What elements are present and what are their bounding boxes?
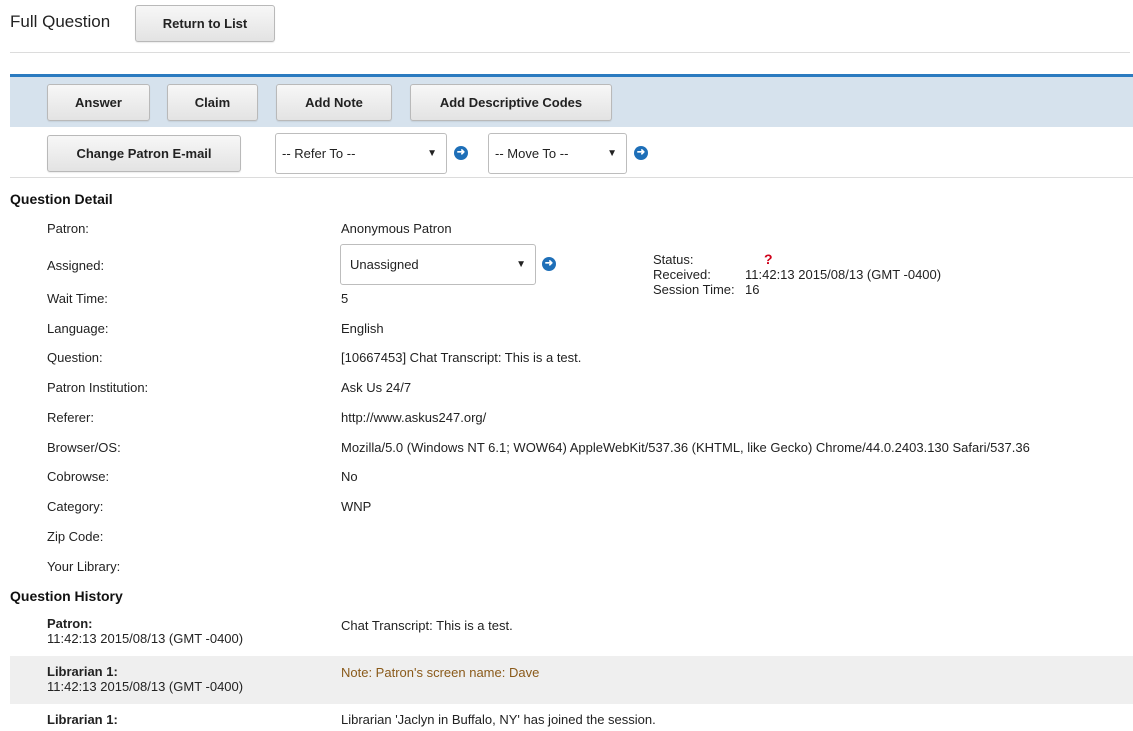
patron-institution-value: Ask Us 24/7 — [341, 380, 412, 395]
refer-to-select[interactable]: -- Refer To -- ▼ — [275, 133, 447, 174]
wait-time-value: 5 — [341, 291, 349, 306]
assigned-select[interactable]: Unassigned ▼ — [340, 244, 536, 285]
add-descriptive-codes-button[interactable]: Add Descriptive Codes — [410, 84, 612, 121]
history-message: Librarian 'Jaclyn in Buffalo, NY' has jo… — [341, 712, 656, 727]
language-value: English — [341, 321, 384, 336]
history-author: Librarian 1: — [47, 712, 118, 727]
history-message: Chat Transcript: This is a test. — [341, 618, 513, 633]
assigned-label: Assigned: — [47, 258, 105, 273]
history-timestamp: 11:42:13 2015/08/13 (GMT -0400) — [47, 631, 244, 646]
cobrowse-value: No — [341, 469, 358, 484]
header-divider — [10, 52, 1130, 53]
add-note-button[interactable]: Add Note — [276, 84, 392, 121]
question-value: [10667453] Chat Transcript: This is a te… — [341, 350, 582, 365]
zip-code-label: Zip Code: — [47, 529, 104, 544]
received-value: 11:42:13 2015/08/13 (GMT -0400) — [745, 267, 942, 282]
language-label: Language: — [47, 321, 109, 336]
referer-label: Referer: — [47, 410, 94, 425]
category-label: Category: — [47, 499, 104, 514]
browser-os-label: Browser/OS: — [47, 440, 121, 455]
chevron-down-icon: ▼ — [427, 148, 437, 159]
received-label: Received: — [653, 267, 711, 282]
status-unknown-icon: ? — [764, 251, 773, 267]
status-label: Status: — [653, 252, 694, 267]
page-title: Full Question — [10, 12, 111, 31]
session-time-value: 16 — [745, 282, 760, 297]
question-detail-heading: Question Detail — [10, 191, 113, 207]
move-to-select[interactable]: -- Move To -- ▼ — [488, 133, 627, 174]
history-timestamp: 11:42:13 2015/08/13 (GMT -0400) — [47, 679, 244, 694]
refer-to-value: -- Refer To -- — [282, 146, 356, 161]
move-go-icon[interactable]: ➜ — [634, 146, 648, 160]
refer-go-icon[interactable]: ➜ — [454, 146, 468, 160]
history-entry: Librarian 1: 11:42:13 2015/08/13 (GMT -0… — [10, 656, 1133, 704]
referer-value: http://www.askus247.org/ — [341, 410, 487, 425]
return-to-list-button[interactable]: Return to List — [135, 5, 275, 42]
assigned-value: Unassigned — [350, 257, 419, 272]
browser-os-value: Mozilla/5.0 (Windows NT 6.1; WOW64) Appl… — [341, 440, 1030, 455]
change-patron-email-button[interactable]: Change Patron E-mail — [47, 135, 241, 172]
patron-label: Patron: — [47, 221, 89, 236]
history-author: Patron: — [47, 616, 93, 631]
assigned-go-icon[interactable]: ➜ — [542, 257, 556, 271]
session-time-label: Session Time: — [653, 282, 735, 297]
question-history-heading: Question History — [10, 588, 123, 604]
category-value: WNP — [341, 499, 372, 514]
history-entry: Patron: 11:42:13 2015/08/13 (GMT -0400) … — [10, 609, 1133, 654]
chevron-down-icon: ▼ — [607, 148, 617, 159]
history-note-message: Note: Patron's screen name: Dave — [341, 665, 540, 680]
patron-value: Anonymous Patron — [341, 221, 452, 236]
claim-button[interactable]: Claim — [167, 84, 258, 121]
your-library-label: Your Library: — [47, 559, 121, 574]
patron-institution-label: Patron Institution: — [47, 380, 149, 395]
history-author: Librarian 1: — [47, 664, 118, 679]
cobrowse-label: Cobrowse: — [47, 469, 110, 484]
wait-time-label: Wait Time: — [47, 291, 108, 306]
move-to-value: -- Move To -- — [495, 146, 569, 161]
answer-button[interactable]: Answer — [47, 84, 150, 121]
question-label: Question: — [47, 350, 103, 365]
history-entry: Librarian 1: Librarian 'Jaclyn in Buffal… — [10, 706, 1133, 731]
chevron-down-icon: ▼ — [516, 259, 526, 270]
